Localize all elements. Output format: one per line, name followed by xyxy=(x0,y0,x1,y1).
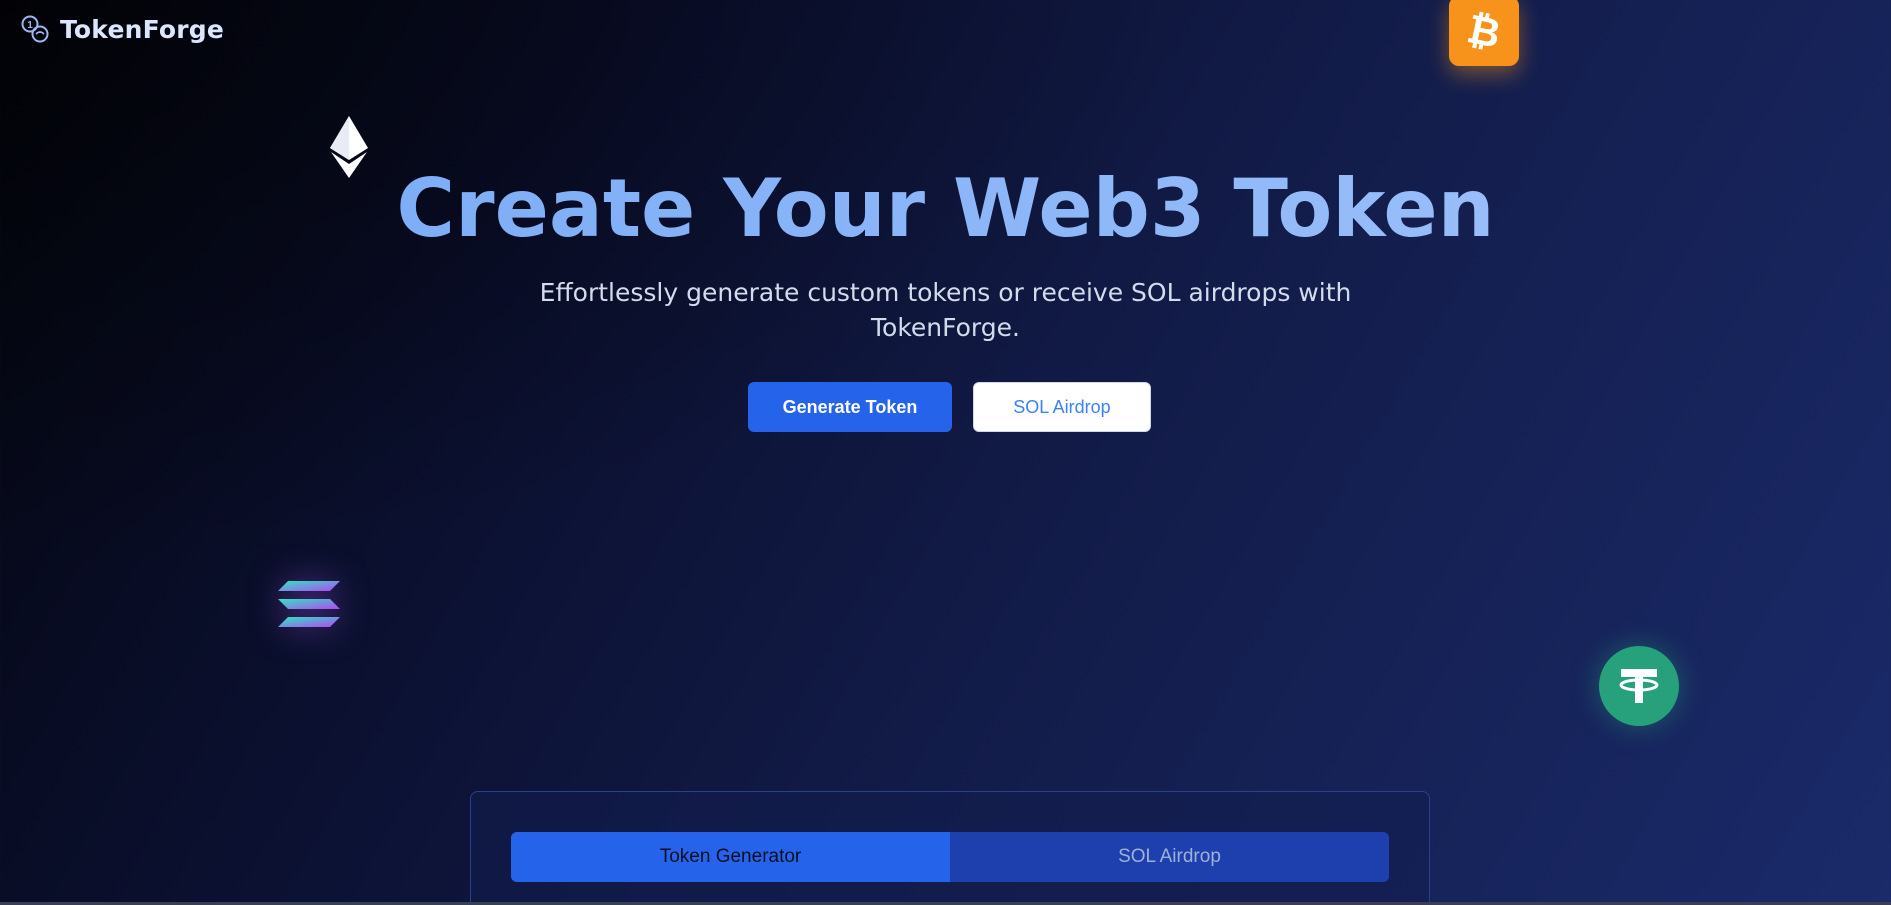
brand[interactable]: 1 TokenForge xyxy=(20,14,224,44)
generate-token-button[interactable]: Generate Token xyxy=(748,382,952,432)
svg-text:1: 1 xyxy=(27,20,33,31)
brand-name: TokenForge xyxy=(60,14,225,44)
tab-sol-airdrop[interactable]: SOL Airdrop xyxy=(950,832,1389,882)
coins-icon: 1 xyxy=(21,15,49,43)
panel-tabs: Token Generator SOL Airdrop xyxy=(511,832,1389,882)
cta-row: Generate Token SOL Airdrop xyxy=(748,382,1151,432)
sol-airdrop-button[interactable]: SOL Airdrop xyxy=(973,382,1151,432)
tab-token-generator[interactable]: Token Generator xyxy=(511,832,950,882)
hero-subtitle-line: Effortlessly generate custom tokens or r… xyxy=(539,278,1352,307)
token-panel: Token Generator SOL Airdrop xyxy=(470,791,1430,905)
background-vignette xyxy=(0,0,1891,905)
hero-subtitle-line: TokenForge. xyxy=(871,313,1020,342)
svg-text:₿: ₿ xyxy=(1463,8,1504,54)
bitcoin-icon: ₿ xyxy=(1449,0,1519,66)
hero-subtitle: Effortlessly generate custom tokens or r… xyxy=(0,275,1891,345)
hero-title: Create Your Web3 Token xyxy=(0,162,1891,255)
tether-icon xyxy=(1599,646,1679,726)
solana-icon xyxy=(278,581,340,627)
